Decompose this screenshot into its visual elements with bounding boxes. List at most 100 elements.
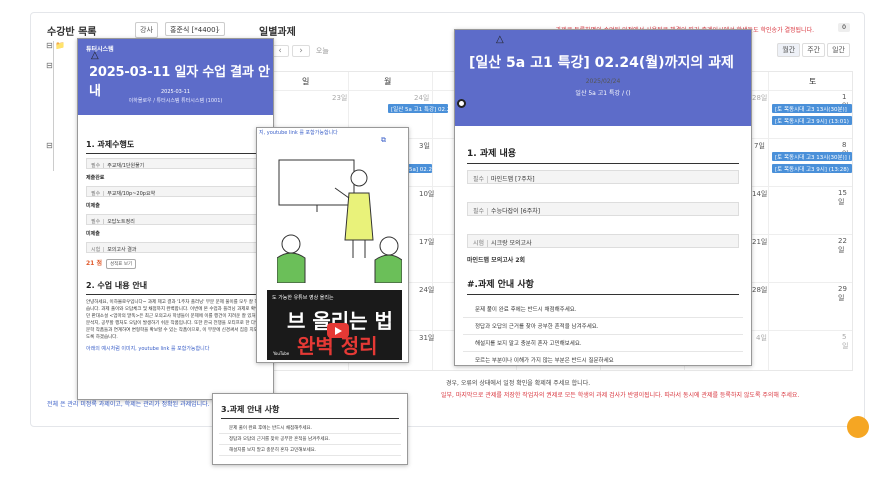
card-header: 튜터시스템 2025-03-11 일자 수업 결과 안내 2025-03-11 … xyxy=(78,39,273,115)
weekday-header: 월 xyxy=(384,77,392,86)
calendar-date[interactable]: 28일 xyxy=(752,285,767,295)
assignment-item: 시험 모의고사 결과 xyxy=(86,242,265,253)
section-title: 1. 과제 내용 xyxy=(467,149,517,159)
divider xyxy=(86,153,265,154)
calendar-badge: 0 xyxy=(838,23,850,32)
calendar-event[interactable]: [일산 5a 고1 특강] 02.24(월) xyxy=(388,104,448,113)
guidance-card: 3.과제 안내 사항 문제 풀이 완료 후에는 반드시 채점해주세요. 정답과 … xyxy=(212,393,408,465)
assignment-name: 부교재/10p~20p요약 xyxy=(107,191,156,197)
weekday-header: 일 xyxy=(302,77,310,86)
chat-fab-button[interactable] xyxy=(847,416,869,438)
calendar-date[interactable]: 14일 xyxy=(752,189,767,199)
calendar-date[interactable]: 24일 xyxy=(419,285,434,295)
calendar-event[interactable]: [토 목동시대 고3 9시] (13:01) xyxy=(772,116,852,125)
pin-icon: △ xyxy=(496,34,504,45)
media-note: 지, youtube link 를 포함가능합니다 xyxy=(257,128,340,137)
expand-icon[interactable]: ⧉ xyxy=(381,136,386,145)
lesson-paragraph: 안녕하세요, 이하몰로우입니다~ 과제 제고 결과 '1주차 플러닝' 부분 문… xyxy=(86,300,264,340)
assignment-status: 미제출 xyxy=(86,231,100,237)
calendar-event[interactable]: [토 목동시대 고3 13시(30분)] ( xyxy=(772,152,852,161)
calendar-date[interactable]: 7일 xyxy=(754,141,765,151)
calendar-date[interactable]: 5일 xyxy=(842,333,852,351)
tree-node-expand-icon[interactable]: ⊟ xyxy=(46,141,53,150)
section-title: 2. 수업 내용 안내 xyxy=(86,281,148,290)
assignment-item: 필수 부교재/10p~20p요약 xyxy=(86,186,265,197)
student-head-shape xyxy=(281,234,301,254)
media-card: 지, youtube link 를 포함가능합니다 ⧉ 도 가능한 유튜브 영상… xyxy=(256,127,409,363)
guidance-item: 해설지를 보지 말고 충분히 혼자 고민해보세요. xyxy=(463,335,743,352)
pin-icon: △ xyxy=(91,50,99,61)
teacher-select[interactable]: 홍준식 [*4400] ⌄ xyxy=(165,22,225,36)
report-button[interactable]: 성적표 보기 xyxy=(105,259,137,269)
tab-month[interactable]: 월간 xyxy=(777,43,801,57)
guidance-item: 문제 풀이 완료 후에는 반드시 채점해주세요. xyxy=(219,423,401,434)
weekday-header: 토 xyxy=(809,77,817,86)
assignment-item: 필수 수능다잡이 [6주차] xyxy=(467,202,739,216)
calendar-date[interactable]: 17일 xyxy=(419,237,434,247)
tag-label: 시험 xyxy=(473,240,489,247)
tag-label: 필수 xyxy=(91,191,105,196)
divider xyxy=(467,163,739,164)
assignment-item: 필수 주교재/1단원풀기 xyxy=(86,158,265,169)
calendar-event[interactable]: [토 목동시대 고3 9시] (13:28) xyxy=(772,164,852,173)
tag-label: 필수 xyxy=(473,208,489,215)
calendar-date[interactable]: 23일 xyxy=(332,93,347,103)
student-body-shape xyxy=(374,254,402,283)
calendar-date[interactable]: 15일 xyxy=(838,189,852,207)
card-title: [일산 5a 고1 특강] 02.24(월)까지의 과제 xyxy=(469,55,734,71)
tab-week[interactable]: 주간 xyxy=(802,43,826,57)
tag-label: 필수 xyxy=(91,163,105,168)
media-note-link[interactable]: 아래의 예시처럼 이미지, youtube link 를 포함가능합니다 xyxy=(78,341,273,356)
student-head-shape xyxy=(379,236,399,256)
assignment-name: 오답노트정리 xyxy=(107,219,135,225)
calendar-nav: ‹ › 오늘 xyxy=(271,45,329,57)
teacher-label: 강사 xyxy=(135,22,158,38)
teacher-head-shape xyxy=(350,169,368,187)
calendar-date[interactable]: 10일 xyxy=(419,189,434,199)
chevron-down-icon: ⌄ xyxy=(215,25,221,33)
bottom-warning: 일부, 마지막으로 관제를 저장한 작업자의 권제로 모든 학생의 과제 검사가… xyxy=(441,392,800,399)
tree-line xyxy=(53,41,54,171)
calendar-date[interactable]: 31일 xyxy=(419,333,434,343)
grid-line xyxy=(432,72,433,370)
ring-marker-icon xyxy=(457,99,466,108)
calendar-date[interactable]: 21일 xyxy=(752,237,767,247)
guidance-item: 정답과 오답의 근거를 찾아 공부한 흔적을 남겨주세요. xyxy=(219,434,401,445)
next-month-button[interactable]: › xyxy=(292,45,310,57)
calendar-date[interactable]: 22일 xyxy=(838,237,852,255)
assignment-item: 시험 시크랑 모의고사 xyxy=(467,234,739,248)
tab-day[interactable]: 일간 xyxy=(827,43,850,57)
divider xyxy=(467,294,739,295)
guidance-item: 해설지를 보지 말고 충분히 혼자 고민해보세요. xyxy=(219,445,401,456)
student-body-shape xyxy=(277,252,306,283)
video-title: 도 가능한 유튜브 영상 올리는 xyxy=(272,295,334,301)
video-thumbnail[interactable]: 도 가능한 유튜브 영상 올리는 브 올리는 법 완벽 정리 YouTube xyxy=(267,290,402,360)
guidance-item: 모르는 부분이나 이해가 가지 않는 부분은 반드시 질문하세요 xyxy=(463,352,743,365)
card-date: 2025-03-11 xyxy=(160,89,191,95)
youtube-logo: YouTube xyxy=(273,351,290,356)
tag-label: 필수 xyxy=(91,219,105,224)
play-icon[interactable] xyxy=(327,323,349,338)
teacher-body-shape xyxy=(344,192,374,241)
whiteboard-shape xyxy=(278,159,355,206)
card-date: 2025/02/24 xyxy=(585,78,621,85)
tree-folder-icon[interactable]: ⊟ 📁 xyxy=(46,41,65,50)
bottom-note: 경우, 오류의 상태에서 일정 확인을 확제해 주세요 합니다. xyxy=(446,380,591,387)
assignment-status: 미제출 xyxy=(86,203,100,209)
today-button[interactable]: 오늘 xyxy=(316,47,329,55)
assignment-name: 주교재/1단원풀기 xyxy=(107,163,145,169)
assignment-item: 필수 마인드맵 [7주차] xyxy=(467,170,739,184)
assignment-name: 마인드맵 [7주차] xyxy=(491,176,535,183)
calendar-event[interactable]: [토 목동시대 고3 13시(30분)] xyxy=(772,104,852,113)
calendar-date[interactable]: 3일 xyxy=(419,141,430,151)
calendar-date[interactable]: 4일 xyxy=(756,333,767,343)
calendar-date[interactable]: 29일 xyxy=(838,285,852,303)
calendar-date[interactable]: 24일 xyxy=(414,93,429,103)
calendar-date[interactable]: 28일 xyxy=(752,93,767,103)
class-list-title: 수강반 목록 xyxy=(47,27,97,38)
score-value: 21 점 xyxy=(86,260,102,267)
assignment-name: 모의고사 결과 xyxy=(107,247,137,253)
divider xyxy=(221,418,399,419)
tree-node-expand-icon[interactable]: ⊟ xyxy=(46,61,53,70)
guidance-item: 문제 풀이 완료 후에는 반드시 채점해주세요. xyxy=(463,301,743,318)
